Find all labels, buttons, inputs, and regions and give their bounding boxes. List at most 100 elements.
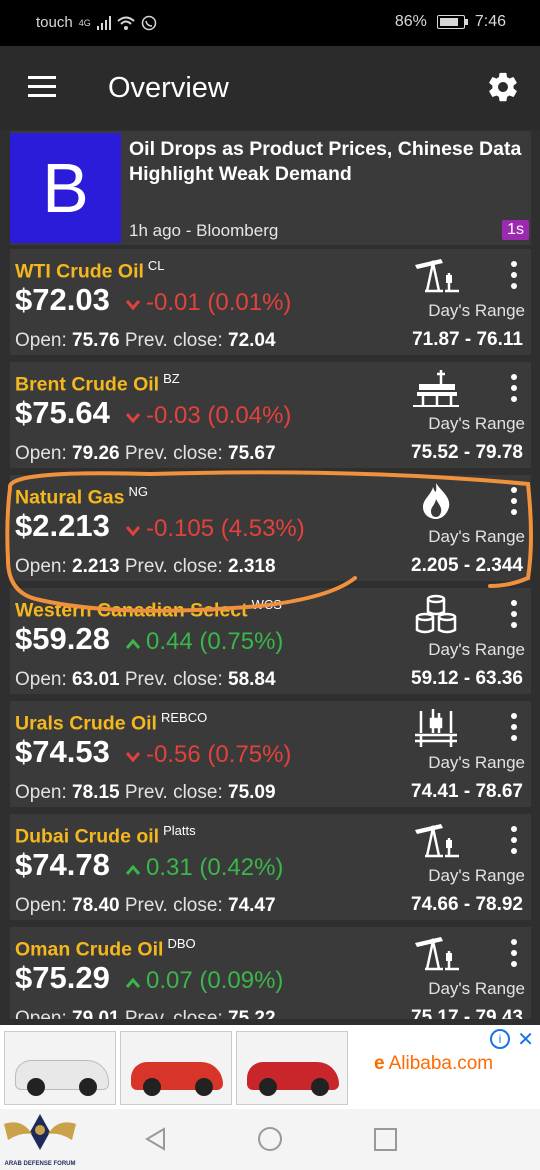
status-bar: touch 4G 86% 7:46 bbox=[0, 0, 540, 46]
prev-close-value: 74.47 bbox=[228, 895, 276, 916]
menu-icon[interactable] bbox=[28, 76, 56, 97]
prev-close-value: 72.04 bbox=[228, 330, 276, 351]
commodity-card[interactable]: WTI Crude Oil CL $72.03 -0.01 (0.01%) Open: … bbox=[10, 249, 531, 355]
day-range-value: 2.205 - 2.344 bbox=[411, 555, 523, 576]
commodity-name: Urals Crude Oil REBCO bbox=[15, 710, 208, 735]
commodity-card[interactable]: Brent Crude Oil BZ $75.64 -0.03 (0.04%) Open… bbox=[10, 362, 531, 468]
commodity-card[interactable]: Dubai Crude oil Platts $74.78 0.31 (0.42%) O… bbox=[10, 814, 531, 920]
prev-close-value: 2.318 bbox=[228, 556, 276, 577]
flame-icon bbox=[411, 481, 461, 521]
commodity-price: $72.03 bbox=[15, 282, 110, 317]
open-value: 2.213 bbox=[72, 556, 120, 577]
down-arrow-icon bbox=[126, 300, 140, 310]
prev-close-value: 75.22 bbox=[228, 1008, 276, 1019]
news-headline[interactable]: Oil Drops as Product Prices, Chinese Dat… bbox=[129, 137, 529, 187]
open-prev-line: Open: 63.01 Prev. close: 58.84 bbox=[15, 669, 276, 690]
commodity-name: Natural Gas NG bbox=[15, 484, 148, 509]
more-options-icon[interactable] bbox=[511, 261, 517, 294]
commodity-code: NG bbox=[128, 484, 148, 499]
day-range-label: Day's Range bbox=[428, 753, 525, 772]
price-change: 0.07 (0.09%) bbox=[126, 967, 283, 995]
price-change: 0.31 (0.42%) bbox=[126, 854, 283, 882]
day-range-value: 71.87 - 76.11 bbox=[412, 329, 523, 350]
commodity-code: DBO bbox=[167, 936, 196, 951]
down-arrow-icon bbox=[126, 526, 140, 536]
more-options-icon[interactable] bbox=[511, 600, 517, 633]
commodity-card[interactable]: Urals Crude Oil REBCO $74.53 -0.56 (0.75%) O… bbox=[10, 701, 531, 807]
battery-icon bbox=[436, 15, 468, 29]
commodity-code: WCS bbox=[251, 597, 282, 612]
commodity-card[interactable]: Natural Gas NG $2.213 -0.105 (4.53%) Open: 2… bbox=[10, 475, 531, 581]
prev-close-value: 58.84 bbox=[228, 669, 276, 690]
open-prev-line: Open: 2.213 Prev. close: 2.318 bbox=[15, 556, 276, 577]
ad-car-image-red[interactable] bbox=[120, 1031, 232, 1105]
ad-close-icon[interactable]: ✕ bbox=[517, 1027, 534, 1052]
network-type: 4G bbox=[78, 17, 91, 28]
pumpjack-icon bbox=[411, 255, 461, 295]
recents-icon[interactable] bbox=[374, 1128, 397, 1151]
commodity-name: Brent Crude Oil BZ bbox=[15, 371, 180, 396]
commodity-code: BZ bbox=[163, 371, 180, 386]
price-change: -0.56 (0.75%) bbox=[126, 741, 291, 769]
ad-banner[interactable]: e Alibaba.com i ✕ bbox=[0, 1025, 540, 1109]
day-range-value: 59.12 - 63.36 bbox=[411, 668, 523, 689]
open-value: 75.76 bbox=[72, 330, 120, 351]
day-range-value: 74.66 - 78.92 bbox=[411, 894, 523, 915]
commodity-code: Platts bbox=[163, 823, 196, 838]
news-time-badge: 1s bbox=[502, 220, 529, 240]
open-prev-line: Open: 75.76 Prev. close: 72.04 bbox=[15, 330, 276, 351]
commodity-name: WTI Crude Oil CL bbox=[15, 258, 165, 283]
commodity-name: Dubai Crude oil Platts bbox=[15, 823, 196, 848]
commodity-price: $75.29 bbox=[15, 960, 110, 995]
commodity-name: Western Canadian Select WCS bbox=[15, 597, 282, 622]
open-value: 79.01 bbox=[72, 1008, 120, 1019]
back-icon[interactable] bbox=[144, 1127, 166, 1151]
day-range-label: Day's Range bbox=[428, 414, 525, 433]
up-arrow-icon bbox=[126, 639, 140, 649]
commodity-price: $75.64 bbox=[15, 395, 110, 430]
home-icon[interactable] bbox=[258, 1127, 282, 1151]
open-value: 78.15 bbox=[72, 782, 120, 803]
day-range-label: Day's Range bbox=[428, 640, 525, 659]
open-value: 78.40 bbox=[72, 895, 120, 916]
more-options-icon[interactable] bbox=[511, 939, 517, 972]
ad-brand-logo[interactable]: e Alibaba.com bbox=[374, 1053, 493, 1075]
prev-close-value: 75.09 bbox=[228, 782, 276, 803]
more-options-icon[interactable] bbox=[511, 826, 517, 859]
app-bar: Overview bbox=[0, 46, 540, 130]
system-nav-bar bbox=[0, 1109, 540, 1170]
alibaba-icon: e bbox=[374, 1053, 385, 1074]
commodity-card[interactable]: Western Canadian Select WCS $59.28 0.44 (0.… bbox=[10, 588, 531, 694]
commodity-price: $74.53 bbox=[15, 734, 110, 769]
whatsapp-icon bbox=[141, 15, 156, 30]
price-change: -0.03 (0.04%) bbox=[126, 402, 291, 430]
carrier-label: touch bbox=[36, 14, 73, 31]
more-options-icon[interactable] bbox=[511, 487, 517, 520]
day-range-value: 75.17 - 79.43 bbox=[411, 1007, 523, 1019]
gear-icon[interactable] bbox=[486, 70, 520, 104]
price-change: -0.01 (0.01%) bbox=[126, 289, 291, 317]
more-options-icon[interactable] bbox=[511, 374, 517, 407]
news-meta: 1h ago - Bloomberg bbox=[129, 221, 279, 240]
open-value: 63.01 bbox=[72, 669, 120, 690]
price-change: 0.44 (0.75%) bbox=[126, 628, 283, 656]
commodity-card[interactable]: Oman Crude Oil DBO $75.29 0.07 (0.09%) Open:… bbox=[10, 927, 531, 1019]
pumpjack-icon bbox=[411, 933, 461, 973]
watermark-text: ARAB DEFENSE FORUM bbox=[4, 1161, 76, 1167]
commodity-price: $2.213 bbox=[15, 508, 110, 543]
up-arrow-icon bbox=[126, 865, 140, 875]
ad-info-icon[interactable]: i bbox=[490, 1029, 510, 1049]
barrels-icon bbox=[411, 594, 461, 634]
open-prev-line: Open: 78.40 Prev. close: 74.47 bbox=[15, 895, 276, 916]
news-card[interactable]: B Oil Drops as Product Prices, Chinese D… bbox=[10, 131, 531, 245]
day-range-label: Day's Range bbox=[428, 301, 525, 320]
eagle-emblem-icon bbox=[4, 1114, 76, 1150]
more-options-icon[interactable] bbox=[511, 713, 517, 746]
day-range-label: Day's Range bbox=[428, 527, 525, 546]
page-title: Overview bbox=[108, 72, 229, 104]
up-arrow-icon bbox=[126, 978, 140, 988]
signal-icon bbox=[96, 15, 111, 30]
ad-brand-text: Alibaba.com bbox=[388, 1053, 494, 1074]
ad-car-image-white[interactable] bbox=[4, 1031, 116, 1105]
ad-car-image-red-2[interactable] bbox=[236, 1031, 348, 1105]
